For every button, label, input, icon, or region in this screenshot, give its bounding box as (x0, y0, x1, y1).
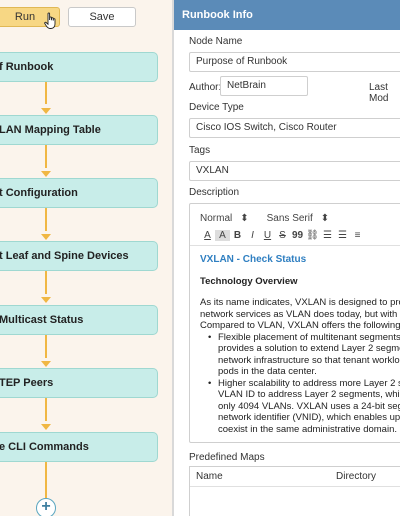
bullet-item-flexible-placement: Flexible placement of multitenant segmen… (200, 332, 400, 378)
font-size-chevron-icon[interactable]: ⬍ (240, 213, 248, 224)
font-family-select[interactable]: Sans Serif (267, 213, 313, 224)
description-label: Description (189, 187, 240, 198)
flow-arrow (41, 234, 51, 240)
node-name-field[interactable]: Purpose of Runbook (189, 52, 400, 72)
node-name-label: Node Name (189, 36, 243, 47)
flow-node-cli-commands[interactable]: e CLI Commands (0, 432, 158, 462)
bullet-list-icon[interactable]: ☰ (335, 230, 350, 241)
flow-connector (45, 398, 47, 421)
save-button[interactable]: Save (68, 7, 136, 27)
font-family-chevron-icon[interactable]: ⬍ (321, 213, 329, 224)
text-color-icon[interactable]: A (200, 230, 215, 241)
predefined-maps-label: Predefined Maps (189, 452, 265, 463)
paragraph-line: As its name indicates, VXLAN is designed… (200, 297, 400, 308)
bullet-line: network infrastructure so that tenant wo… (218, 354, 400, 366)
description-editor[interactable]: Normal ⬍ Sans Serif ⬍ A A B I U S 99 ⛓ ☰ ☰ ≡ VXLAN - … (189, 203, 400, 443)
bullet-line: coexist in the same administrative domai… (218, 423, 397, 435)
content-paragraph: As its name indicates, VXLAN is designed… (200, 297, 400, 332)
column-header-directory[interactable]: Directory (336, 471, 376, 482)
strikethrough-icon[interactable]: S (275, 230, 290, 241)
link-icon[interactable]: ⛓ (305, 230, 320, 241)
editor-toolbar: Normal ⬍ Sans Serif ⬍ A A B I U S 99 ⛓ ☰ ☰ ≡ (190, 204, 400, 246)
add-node-button[interactable]: + (36, 498, 56, 516)
paragraph-line: network services as VLAN does today, but… (200, 308, 400, 320)
flow-node-purpose-of-runbook[interactable]: f Runbook (0, 52, 158, 82)
table-header: Name Directory (190, 467, 400, 487)
italic-icon[interactable]: I (245, 230, 260, 241)
flow-connector (45, 462, 47, 498)
runbook-flow-pane: f Runbook LAN Mapping Table t Configurat… (0, 0, 172, 516)
flow-connector (45, 82, 47, 104)
flow-arrow (41, 108, 51, 114)
tags-field[interactable]: VXLAN (189, 161, 400, 181)
indent-icon[interactable]: ≡ (350, 230, 365, 241)
flow-connector (45, 335, 47, 358)
flow-node-configuration[interactable]: t Configuration (0, 178, 158, 208)
flow-connector (45, 145, 47, 168)
device-type-field[interactable]: Cisco IOS Switch, Cisco Router (189, 118, 400, 138)
author-label: Author: (189, 82, 222, 93)
predefined-maps-table[interactable]: Name Directory (189, 466, 400, 516)
tags-label: Tags (189, 145, 211, 156)
bold-icon[interactable]: B (230, 230, 245, 241)
flow-canvas: f Runbook LAN Mapping Table t Configurat… (0, 0, 172, 516)
content-subheading: Technology Overview (200, 275, 298, 287)
ordered-list-icon[interactable]: ☰ (320, 230, 335, 241)
bullet-line: provides a solution to extend Layer 2 se… (218, 343, 400, 354)
flow-connector (45, 208, 47, 231)
bullet-line: only 4094 VLANs. VXLAN uses a 24-bit seg… (218, 400, 400, 412)
editor-content[interactable]: VXLAN - Check Status Technology Overview… (190, 246, 400, 442)
flow-arrow (41, 171, 51, 177)
underline-icon[interactable]: U (260, 230, 275, 241)
bullet-line: network identifier (VNID), which enables… (218, 412, 400, 423)
author-field[interactable]: NetBrain (220, 76, 308, 96)
flow-arrow (41, 297, 51, 303)
panel-title: Runbook Info (174, 0, 400, 30)
flow-arrow (41, 424, 51, 430)
flow-node-vtep-peers[interactable]: TEP Peers (0, 368, 158, 398)
flow-node-multicast-status[interactable]: Multicast Status (0, 305, 158, 335)
font-size-select[interactable]: Normal (200, 213, 232, 224)
bullet-line: Higher scalability to address more Layer… (218, 377, 400, 389)
blockquote-icon[interactable]: 99 (290, 230, 305, 241)
hand-cursor-icon (44, 12, 56, 29)
content-heading: VXLAN - Check Status (200, 254, 307, 265)
bullet-line: Flexible placement of multitenant segmen… (218, 331, 400, 343)
paragraph-line: Compared to VLAN, VXLAN offers the follo… (200, 320, 400, 331)
last-modified-label: Last Mod (369, 82, 389, 104)
background-color-icon[interactable]: A (215, 230, 230, 241)
flow-node-leaf-spine-devices[interactable]: t Leaf and Spine Devices (0, 241, 158, 271)
device-type-label: Device Type (189, 102, 244, 113)
bullet-line: pods in the data center. (218, 366, 317, 377)
column-header-name[interactable]: Name (196, 471, 223, 482)
bullet-line: VLAN ID to address Layer 2 segments, whi… (218, 389, 400, 400)
runbook-info-panel: Runbook Info Node Name Purpose of Runboo… (174, 0, 400, 516)
flow-node-vlan-mapping-table[interactable]: LAN Mapping Table (0, 115, 158, 145)
flow-connector (45, 271, 47, 294)
runbook-toolbar: Run Save (0, 0, 172, 32)
flow-arrow (41, 361, 51, 367)
bullet-item-higher-scalability: Higher scalability to address more Layer… (200, 378, 400, 436)
